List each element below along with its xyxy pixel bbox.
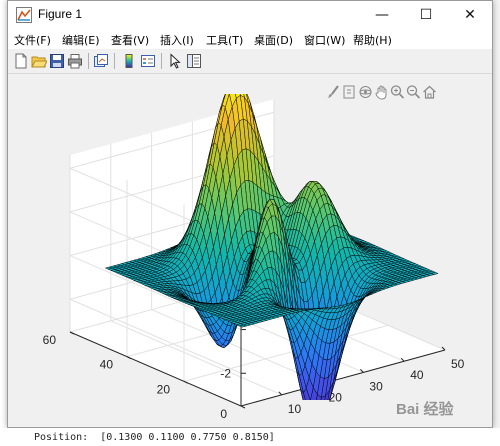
insert-legend-icon xyxy=(141,55,155,67)
save-button[interactable] xyxy=(48,52,66,70)
print-button[interactable] xyxy=(66,52,84,70)
link-plot-button[interactable] xyxy=(92,52,110,70)
new-figure-button[interactable] xyxy=(12,52,30,70)
y-tick-label: 40 xyxy=(100,358,114,372)
menu-window[interactable]: 窗口(W) xyxy=(304,32,345,48)
new-figure-icon xyxy=(15,53,27,69)
figure-window: Figure 1 — ☐ ✕ 文件(F) 编辑(E) 查看(V) 插入(I) 工… xyxy=(7,0,493,428)
open-file-button[interactable] xyxy=(30,52,48,70)
surface-patch xyxy=(311,403,318,421)
window-title: Figure 1 xyxy=(38,7,83,21)
print-icon xyxy=(68,54,82,69)
surface-patch xyxy=(306,410,313,427)
menu-tools[interactable]: 工具(T) xyxy=(206,32,243,48)
toolbar-separator xyxy=(161,53,162,69)
figure-toolbar xyxy=(8,49,492,74)
y-tick-label: 60 xyxy=(43,333,57,347)
close-button[interactable]: ✕ xyxy=(448,1,492,29)
position-output-text: Position: [0.1300 0.1100 0.7750 0.8150] xyxy=(34,432,275,443)
surface-patch xyxy=(312,409,319,424)
surface-patch xyxy=(309,418,316,426)
surface-patch xyxy=(227,82,234,94)
surface-patch xyxy=(314,417,321,427)
menu-help[interactable]: 帮助(H) xyxy=(353,32,392,48)
menu-insert[interactable]: 插入(I) xyxy=(160,32,194,48)
insert-colorbar-icon xyxy=(125,54,133,68)
y-tick-label: 0 xyxy=(220,407,227,421)
matlab-figure-icon xyxy=(16,7,32,23)
menu-file[interactable]: 文件(F) xyxy=(14,32,51,48)
x-tick-label: 10 xyxy=(288,402,302,416)
insert-legend-button[interactable] xyxy=(139,52,157,70)
surface-patch xyxy=(320,406,327,424)
insert-colorbar-button[interactable] xyxy=(120,52,138,70)
open-file-icon xyxy=(31,56,47,68)
x-tick-label: 50 xyxy=(451,357,465,371)
surface-patch xyxy=(318,407,325,422)
save-icon xyxy=(50,54,64,68)
surface-patch xyxy=(307,401,314,422)
surface-patch xyxy=(239,94,241,95)
surface-patch xyxy=(228,78,235,89)
edit-plot-button[interactable] xyxy=(166,52,184,70)
surface-plot[interactable]: -202402040601020304050 xyxy=(8,74,492,427)
property-inspector-icon xyxy=(187,54,201,68)
toolbar-separator xyxy=(88,53,89,69)
x-tick-label: 30 xyxy=(369,379,383,393)
surface-patch xyxy=(310,419,317,427)
menu-bar: 文件(F) 编辑(E) 查看(V) 插入(I) 工具(T) 桌面(D) 窗口(W… xyxy=(8,29,492,49)
background-window-right xyxy=(492,0,500,446)
y-tick-label: 20 xyxy=(157,382,171,396)
minimize-button[interactable]: — xyxy=(360,1,404,29)
surface-patch xyxy=(232,78,239,87)
property-inspector-button[interactable] xyxy=(185,52,203,70)
y-tick xyxy=(240,405,246,409)
toolbar-separator xyxy=(114,53,115,69)
menu-view[interactable]: 查看(V) xyxy=(111,32,149,48)
surface-patch xyxy=(316,413,323,425)
surface-patch xyxy=(308,401,315,419)
surface-patch xyxy=(239,80,246,90)
menu-desktop[interactable]: 桌面(D) xyxy=(254,32,293,48)
maximize-icon: ☐ xyxy=(419,7,433,23)
surface-patch xyxy=(235,78,242,83)
surface-patch xyxy=(305,406,312,419)
surface-patch xyxy=(321,407,328,422)
title-bar[interactable]: Figure 1 — ☐ ✕ xyxy=(8,1,492,29)
close-icon: ✕ xyxy=(464,7,476,23)
x-tick-label: 40 xyxy=(410,368,424,382)
surface-patch xyxy=(231,78,238,84)
edit-plot-icon xyxy=(170,53,181,69)
minimize-icon: — xyxy=(375,7,389,23)
surface-patch xyxy=(317,418,324,427)
surface-patch xyxy=(313,424,320,427)
maximize-button[interactable]: ☐ xyxy=(404,1,448,29)
menu-edit[interactable]: 编辑(E) xyxy=(62,32,100,48)
watermark-text: Bai 经验 xyxy=(396,401,454,418)
link-plot-icon xyxy=(94,54,108,67)
figure-canvas[interactable]: -202402040601020304050 xyxy=(8,74,492,427)
z-tick-label: -2 xyxy=(220,366,231,380)
